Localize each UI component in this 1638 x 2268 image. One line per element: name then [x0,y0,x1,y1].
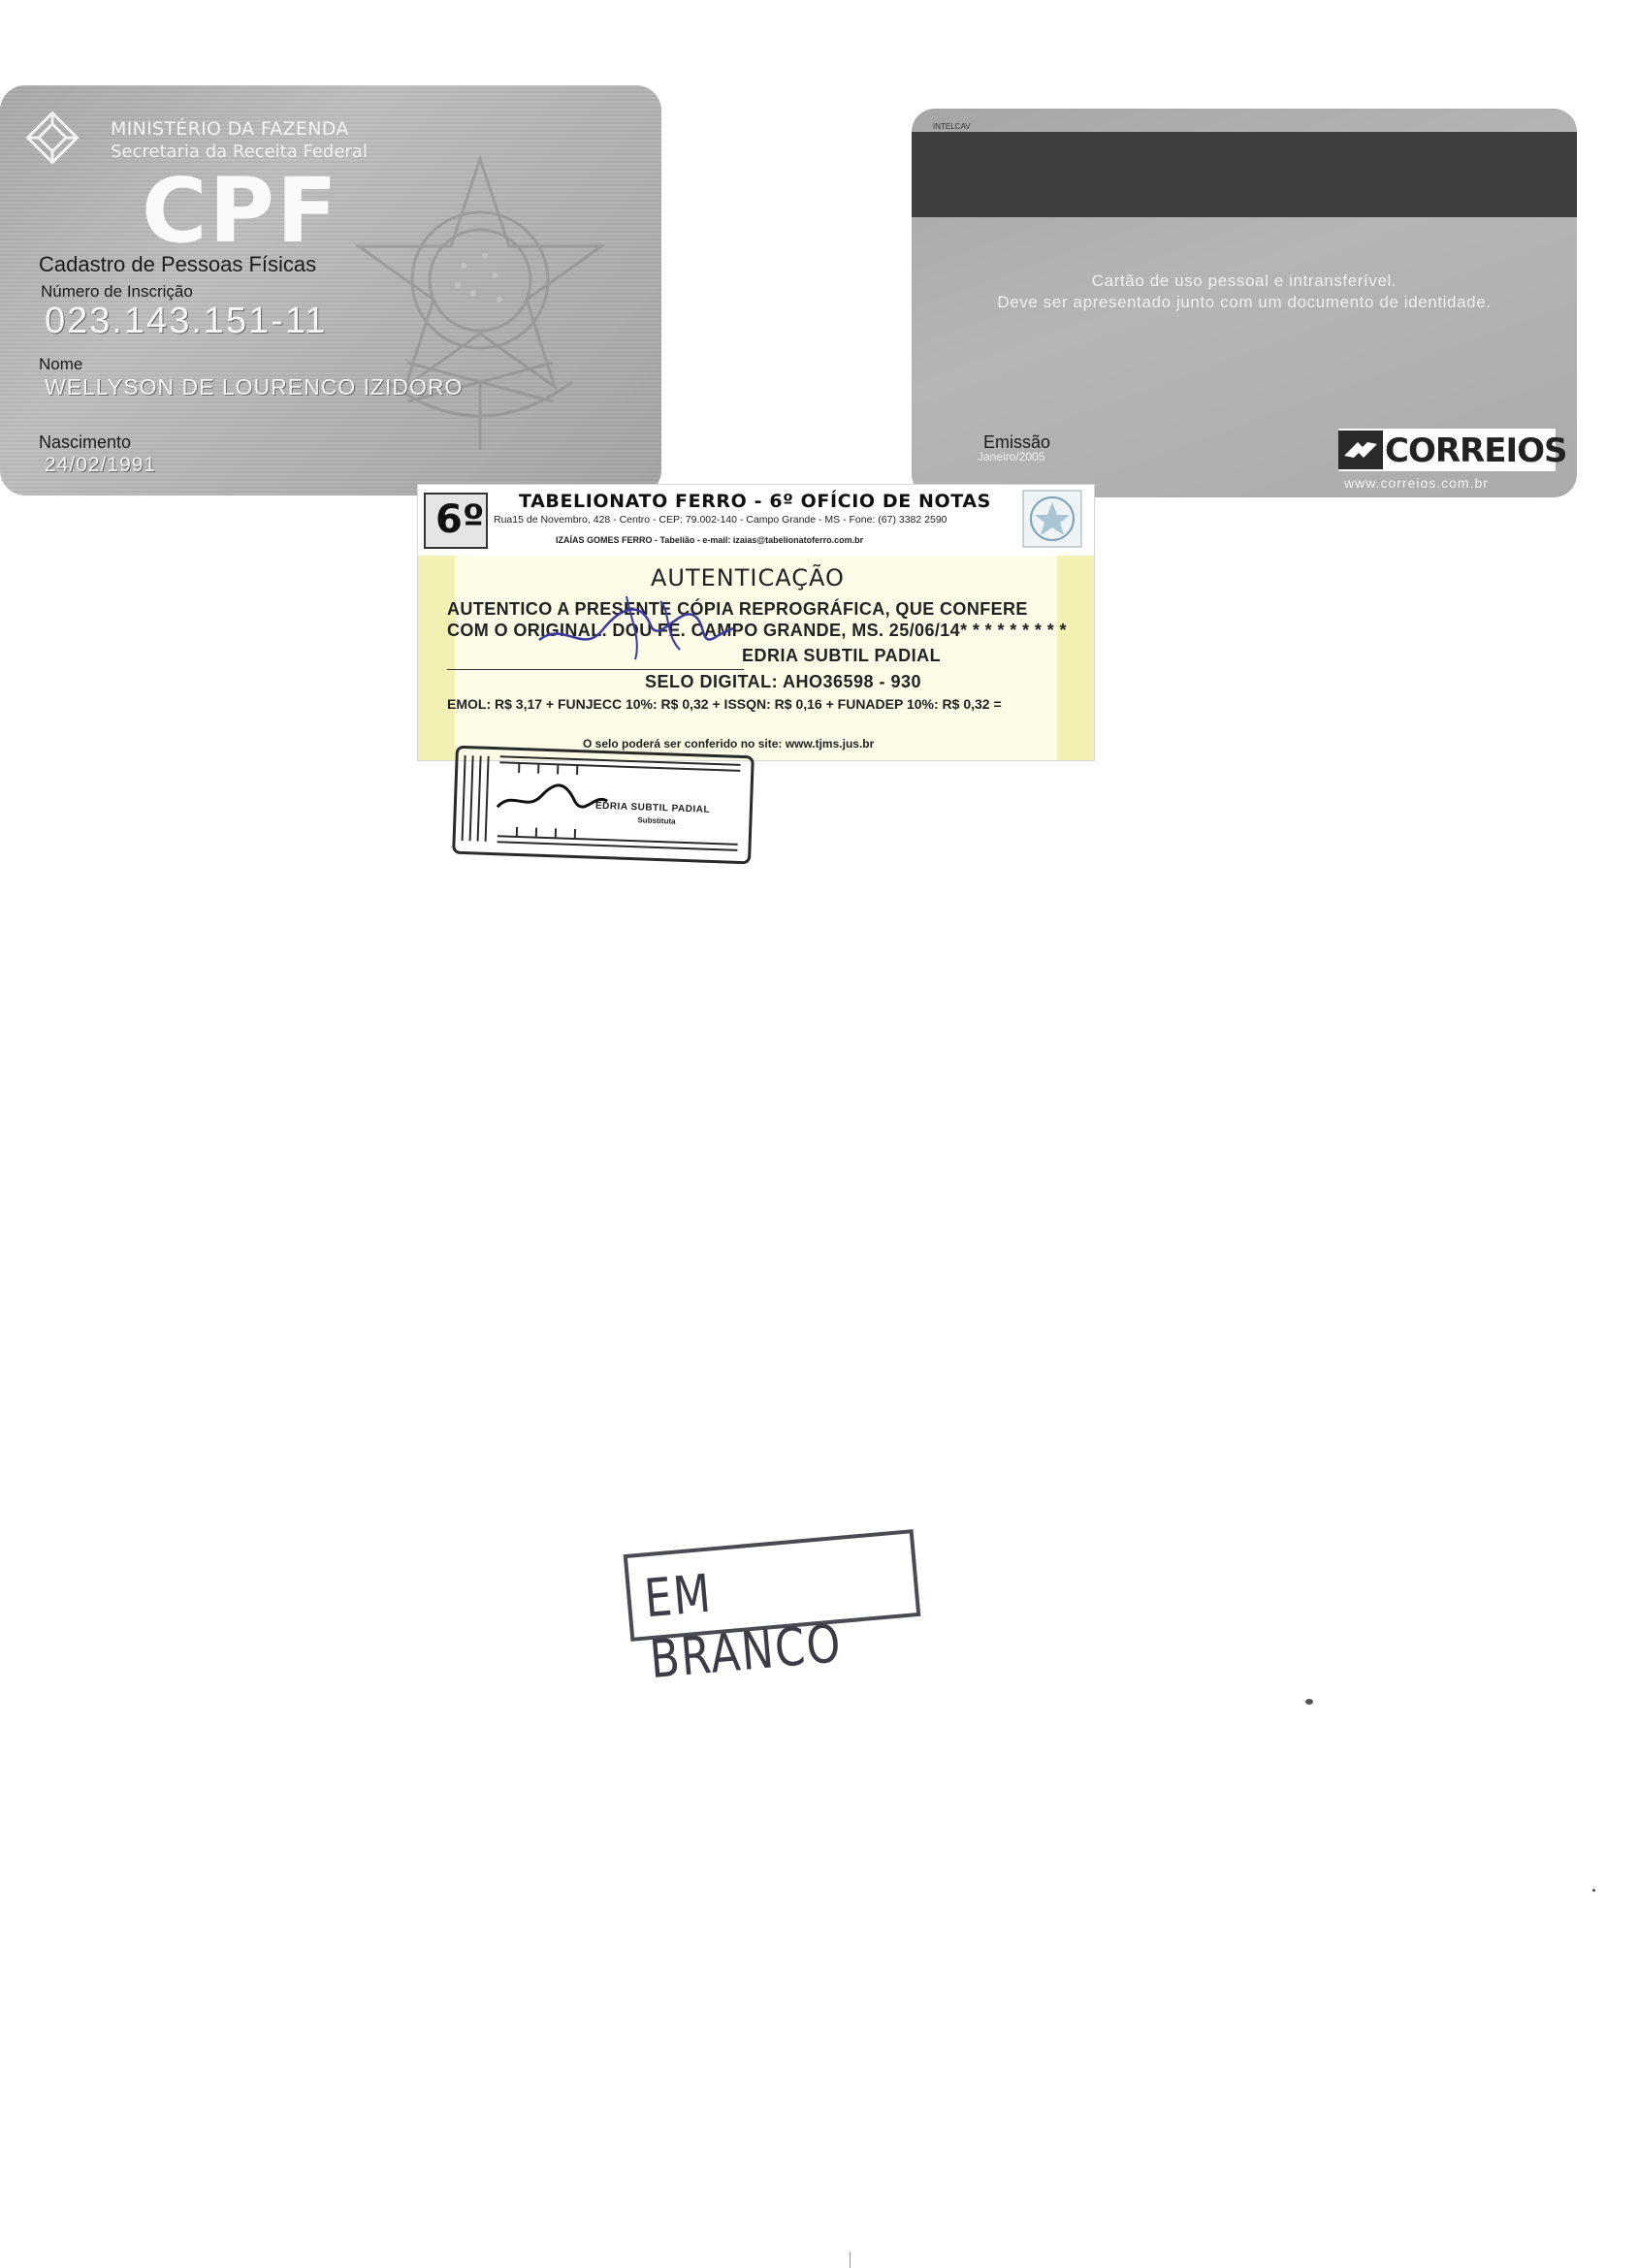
ministerio-fazenda-logo-icon [25,111,80,165]
scan-speck [1305,1699,1313,1705]
substitute-stamp: EDRIA SUBTIL PADIAL Substituta [452,745,755,865]
substitute-role: Substituta [637,815,676,826]
notary-address: Rua15 de Novembro, 428 - Centro - CEP: 7… [494,514,947,526]
tabeliao-name: EDRIA SUBTIL PADIAL [742,646,942,665]
cpf-subtitle: Cadastro de Pessoas Físicas [39,252,317,276]
notary-authentication-label: 6º TABELIONATO FERRO - 6º OFÍCIO DE NOTA… [417,484,1095,761]
blank-stamp: EM BRANCO [623,1529,921,1690]
label-stripe-left [418,556,455,760]
correios-url: www.correios.com.br [1344,475,1489,491]
ministry-name: MINISTÉRIO DA FAZENDA [111,118,349,140]
hologram-seal-icon [1022,490,1082,548]
correios-logo-icon [1338,431,1383,469]
digital-seal: SELO DIGITAL: AHO36598 - 930 [645,672,922,691]
correios-wordmark: CORREIOS [1385,431,1567,470]
scan-speck [1592,1889,1595,1892]
name-label: Nome [39,355,83,373]
birth-label: Nascimento [39,432,132,452]
usage-note-line2: Deve ser apresentado junto com um docume… [997,293,1492,311]
notary-title: TABELIONATO FERRO - 6º OFÍCIO DE NOTAS [519,491,991,512]
correios-brand: CORREIOS [1338,429,1567,471]
usage-note-line1: Cartão de uso pessoal e intransferível. [1091,272,1397,290]
office-number: 6º [435,497,485,542]
issue-date: Janeiro/2005 [978,450,1045,463]
cpf-number: 023.143.151-11 [45,301,328,341]
number-label: Número de Inscrição [41,282,193,301]
signature-icon [538,595,734,660]
birth-date: 24/02/1991 [45,454,157,476]
cpf-title: CPF [142,159,339,263]
office-number-box: 6º [424,493,488,549]
blank-stamp-text: EM BRANCO [641,1562,845,1691]
signature-icon [496,783,608,809]
verification-site: O selo poderá ser conferido no site: www… [583,737,875,751]
notary-email: IZAÍAS GOMES FERRO - Tabelião - e-mail: … [556,535,864,545]
label-stripe-right [1057,556,1094,760]
scan-edge-mark [850,2252,851,2268]
holder-name: WELLYSON DE LOURENCO IZIDORO [45,374,464,399]
brazil-coat-of-arms-icon [354,154,606,450]
magnetic-stripe [912,132,1577,217]
signature-line [447,669,744,670]
fees-line: EMOL: R$ 3,17 + FUNJECC 10%: R$ 0,32 + I… [447,696,1002,712]
cpf-card-front: MINISTÉRIO DA FAZENDA Secretaria da Rece… [0,85,661,495]
cpf-card-back: INTELCAV Cartão de uso pessoal e intrans… [912,109,1577,497]
printer-mark: INTELCAV [933,122,971,131]
